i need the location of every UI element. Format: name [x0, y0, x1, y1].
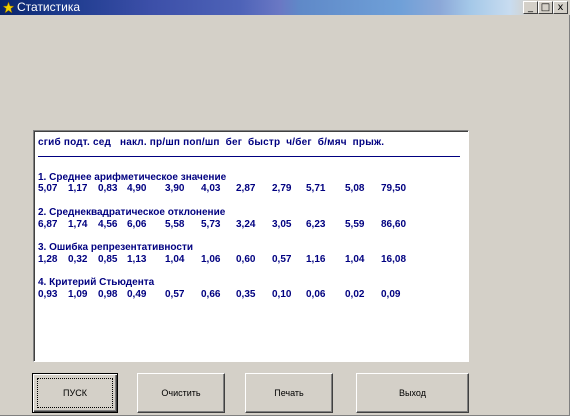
- header-divider: [38, 156, 460, 157]
- value-cell: 5,59: [345, 219, 365, 230]
- value-cell: 0,32: [68, 254, 88, 265]
- maximize-button[interactable]: □: [538, 1, 553, 14]
- value-cell: 0,93: [38, 289, 58, 300]
- clear-button[interactable]: Очистить: [137, 373, 225, 413]
- value-cell: 0,49: [127, 289, 147, 300]
- value-cell: 5,58: [165, 219, 185, 230]
- section-title-mean: 1. Среднее арифметическое значение: [38, 172, 227, 183]
- value-cell: 0,85: [98, 254, 118, 265]
- value-cell: 1,17: [68, 183, 88, 194]
- value-cell: 1,04: [345, 254, 365, 265]
- value-cell: 1,06: [201, 254, 221, 265]
- minimize-button[interactable]: _: [523, 1, 538, 14]
- window-title: Статистика: [17, 0, 81, 14]
- value-cell: 0,06: [306, 289, 326, 300]
- exit-button[interactable]: Выход: [356, 373, 469, 413]
- exit-button-label: Выход: [399, 388, 426, 398]
- value-cell: 2,87: [236, 183, 256, 194]
- value-cell: 0,10: [272, 289, 292, 300]
- value-cell: 1,09: [68, 289, 88, 300]
- value-cell: 0,60: [236, 254, 256, 265]
- value-cell: 3,24: [236, 219, 256, 230]
- maximize-icon: □: [540, 2, 551, 13]
- value-cell: 3,90: [165, 183, 185, 194]
- value-cell: 4,90: [127, 183, 147, 194]
- value-cell: 1,13: [127, 254, 147, 265]
- value-cell: 5,08: [345, 183, 365, 194]
- value-cell: 2,79: [272, 183, 292, 194]
- value-cell: 0,66: [201, 289, 221, 300]
- values-row-student: 0,93 1,09 0,98 0,49 0,57 0,66 0,35 0,10 …: [38, 289, 468, 301]
- print-button[interactable]: Печать: [245, 373, 333, 413]
- value-cell: 0,02: [345, 289, 365, 300]
- close-button[interactable]: x: [553, 1, 568, 14]
- value-cell: 5,73: [201, 219, 221, 230]
- value-cell: 6,06: [127, 219, 147, 230]
- values-row-stddev: 6,87 1,74 4,56 6,06 5,58 5,73 3,24 3,05 …: [38, 219, 468, 231]
- section-title-error: 3. Ошибка репрезентативности: [38, 242, 193, 253]
- minimize-icon: _: [528, 2, 533, 13]
- value-cell: 4,56: [98, 219, 118, 230]
- results-header: сгиб подт. сед накл. пр/шп поп/шп бег бы…: [38, 137, 385, 148]
- section-title-stddev: 2. Среднеквадратическое отклонение: [38, 207, 226, 218]
- value-cell: 0,98: [98, 289, 118, 300]
- value-cell: 0,57: [272, 254, 292, 265]
- title-bar[interactable]: Статистика _ □ x: [0, 0, 570, 15]
- value-cell: 86,60: [381, 219, 407, 230]
- value-cell: 0,09: [381, 289, 401, 300]
- value-cell: 1,16: [306, 254, 326, 265]
- window-controls: _ □ x: [523, 1, 568, 14]
- value-cell: 0,35: [236, 289, 256, 300]
- values-row-error: 1,28 0,32 0,85 1,13 1,04 1,06 0,60 0,57 …: [38, 254, 468, 266]
- section-title-student: 4. Критерий Стьюдента: [38, 277, 155, 288]
- value-cell: 5,07: [38, 183, 58, 194]
- statistics-window: Статистика _ □ x сгиб подт. сед накл. пр…: [0, 0, 570, 416]
- value-cell: 1,28: [38, 254, 58, 265]
- value-cell: 5,71: [306, 183, 326, 194]
- clear-button-label: Очистить: [161, 388, 201, 398]
- value-cell: 1,04: [165, 254, 185, 265]
- results-textbox[interactable]: сгиб подт. сед накл. пр/шп поп/шп бег бы…: [33, 130, 469, 362]
- print-button-label: Печать: [274, 388, 304, 398]
- values-row-mean: 5,07 1,17 0,83 4,90 3,90 4,03 2,87 2,79 …: [38, 183, 468, 195]
- value-cell: 4,03: [201, 183, 221, 194]
- value-cell: 6,23: [306, 219, 326, 230]
- value-cell: 0,57: [165, 289, 185, 300]
- value-cell: 3,05: [272, 219, 292, 230]
- start-button[interactable]: ПУСК: [32, 373, 118, 413]
- value-cell: 6,87: [38, 219, 58, 230]
- value-cell: 0,83: [98, 183, 118, 194]
- value-cell: 16,08: [381, 254, 407, 265]
- value-cell: 79,50: [381, 183, 407, 194]
- app-star-icon: [2, 2, 14, 14]
- value-cell: 1,74: [68, 219, 88, 230]
- focus-rect: [37, 378, 113, 408]
- close-icon: x: [557, 2, 564, 13]
